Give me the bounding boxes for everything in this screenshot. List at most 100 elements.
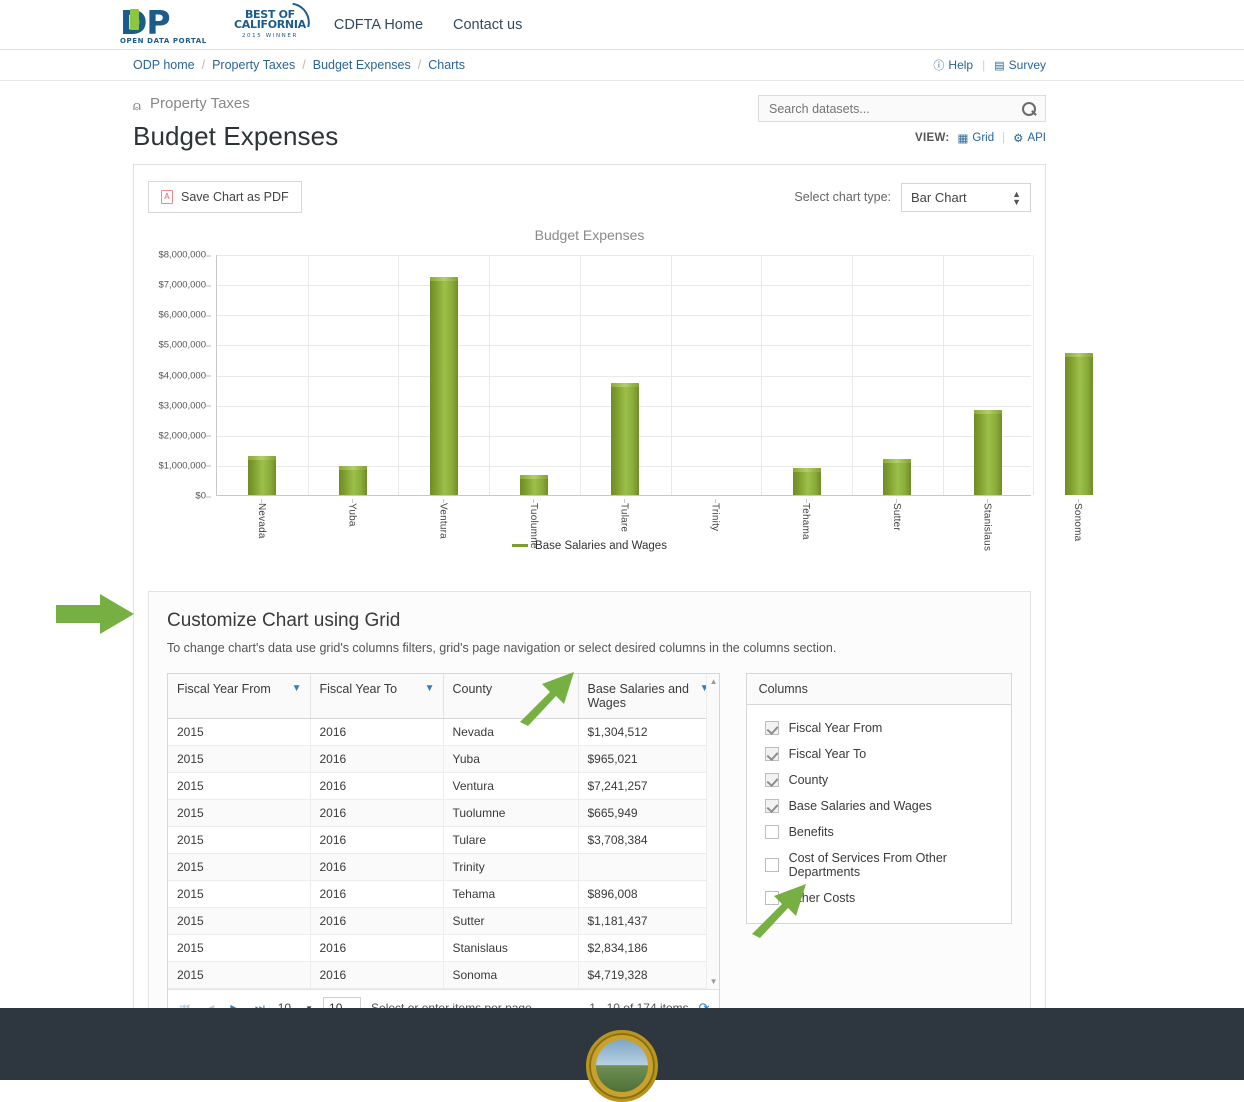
- chart-bar[interactable]: [883, 459, 912, 495]
- checkbox-icon[interactable]: [764, 747, 779, 761]
- table-row[interactable]: 2015 2016 Ventura $7,241,257: [168, 772, 719, 800]
- breadcrumb-item-property-taxes[interactable]: Property Taxes: [212, 58, 295, 72]
- breadcrumb-separator: /: [201, 58, 206, 72]
- y-axis: $0 $1,000,000 $2,000,000 $3,000,000 $4,000,0…: [148, 250, 211, 502]
- table-cell: 2015: [168, 853, 311, 881]
- breadcrumb-item-odp-home[interactable]: ODP home: [133, 58, 195, 72]
- page-header: ⍝ Property Taxes Budget Expenses VIEW: ▦…: [133, 81, 1046, 152]
- y-axis-tick: [206, 285, 211, 287]
- table-cell: 2016: [310, 934, 444, 962]
- table-cell: 2015: [168, 880, 311, 908]
- column-toggle-row[interactable]: Benefits: [759, 819, 999, 845]
- survey-link[interactable]: ▤ Survey: [994, 58, 1046, 72]
- question-circle-icon: ⓘ: [933, 60, 945, 72]
- pdf-icon: [161, 190, 173, 204]
- table-row[interactable]: 2015 2016 Sonoma $4,719,328: [168, 961, 719, 989]
- y-axis-tick: [206, 315, 211, 317]
- gridline-vertical: [761, 255, 763, 495]
- table-cell: Ventura: [443, 772, 579, 800]
- checkbox-icon[interactable]: [764, 858, 779, 872]
- table-row[interactable]: 2015 2016 Sutter $1,181,437: [168, 907, 719, 935]
- nav-link-cdfta-home[interactable]: CDFTA Home: [334, 17, 423, 33]
- arrow-to-customize-heading: [56, 594, 134, 634]
- chart-bar[interactable]: [1064, 352, 1093, 495]
- search-input[interactable]: [767, 100, 1021, 117]
- gridline-vertical: [942, 255, 944, 495]
- table-row[interactable]: 2015 2016 Nevada $1,304,512: [168, 718, 719, 746]
- help-link[interactable]: ⓘ Help: [933, 57, 973, 73]
- table-cell: 2016: [310, 772, 444, 800]
- gridline-vertical: [851, 255, 853, 495]
- search-icon[interactable]: [1021, 101, 1037, 117]
- table-cell: $665,949: [578, 799, 719, 827]
- view-api-link[interactable]: ⚙ API: [1013, 131, 1046, 145]
- chart-area: Budget Expenses $0 $1,000,000 $2,000,000 $3…: [148, 227, 1093, 567]
- help-label: Help: [948, 58, 974, 72]
- table-row[interactable]: 2015 2016 Yuba $965,021: [168, 745, 719, 773]
- column-header-base-salaries-and-wages[interactable]: Base Salaries and Wages ▼: [578, 674, 719, 719]
- grid-icon: ▦: [957, 133, 969, 145]
- checkbox-icon[interactable]: [764, 799, 779, 813]
- chart-bar[interactable]: [611, 383, 640, 495]
- table-row[interactable]: 2015 2016 Tulare $3,708,384: [168, 826, 719, 854]
- table-row[interactable]: 2015 2016 Tehama $896,008: [168, 880, 719, 908]
- table-cell: 2016: [310, 907, 444, 935]
- chart-bar[interactable]: [248, 455, 277, 495]
- checkbox-icon[interactable]: [764, 773, 779, 787]
- filter-icon[interactable]: ▼: [292, 683, 302, 694]
- search-box[interactable]: [758, 95, 1046, 122]
- checkbox-icon[interactable]: [764, 721, 779, 735]
- chart-title: Budget Expenses: [534, 227, 645, 243]
- chart-type-select[interactable]: Bar Chart ▲ ▼: [901, 182, 1031, 212]
- view-grid-link[interactable]: ▦ Grid: [958, 131, 995, 145]
- scroll-up-icon[interactable]: ▲: [710, 677, 718, 686]
- table-cell: Sutter: [443, 907, 579, 935]
- breadcrumb-separator: /: [417, 58, 422, 72]
- x-axis-tick-label: Tulare: [618, 503, 630, 533]
- chart-bar[interactable]: [792, 468, 821, 495]
- table-cell: 2015: [168, 826, 311, 854]
- table-row[interactable]: 2015 2016 Trinity: [168, 853, 719, 881]
- table-cell: Trinity: [443, 853, 579, 881]
- breadcrumb-item-budget-expenses[interactable]: Budget Expenses: [313, 58, 411, 72]
- chart-bar[interactable]: [973, 409, 1002, 495]
- table-cell: $965,021: [578, 745, 719, 773]
- y-axis-tick-label: $3,000,000: [158, 400, 211, 411]
- column-toggle-row[interactable]: Cost of Services From Other Departments: [759, 845, 999, 885]
- column-toggle-row[interactable]: County: [759, 767, 999, 793]
- y-axis-tick: [206, 375, 211, 377]
- table-row[interactable]: 2015 2016 Stanislaus $2,834,186: [168, 934, 719, 962]
- column-header-fiscal-year-from[interactable]: Fiscal Year From ▼: [168, 674, 311, 719]
- arrow-to-county-filter: [520, 672, 574, 726]
- view-divider: |: [1002, 132, 1006, 144]
- site-logo[interactable]: DP OPEN DATA PORTAL BEST OF CALIFORNIA 2…: [120, 2, 314, 45]
- gridline-horizontal: [217, 315, 1031, 317]
- column-header-fiscal-year-to[interactable]: Fiscal Year To ▼: [310, 674, 444, 719]
- column-header-label: Fiscal Year From: [177, 682, 271, 696]
- filter-icon[interactable]: ▼: [425, 683, 435, 694]
- scroll-down-icon[interactable]: ▼: [710, 977, 718, 986]
- y-axis-tick-label: $6,000,000: [158, 310, 211, 321]
- column-header-label: County: [452, 682, 493, 696]
- nav-link-contact-us[interactable]: Contact us: [453, 17, 522, 33]
- checkbox-icon[interactable]: [764, 825, 779, 839]
- column-toggle-row[interactable]: Fiscal Year From: [759, 715, 999, 741]
- column-toggle-label: Fiscal Year To: [788, 747, 867, 761]
- table-cell: 2015: [168, 772, 311, 800]
- table-row[interactable]: 2015 2016 Tuolumne $665,949: [168, 799, 719, 827]
- column-toggle-label: County: [788, 773, 829, 787]
- column-toggle-row[interactable]: Base Salaries and Wages: [759, 793, 999, 819]
- grid-body: 2015 2016 Nevada $1,304,512 2015 2016 Yuba $965…: [168, 718, 719, 989]
- utility-links: ⓘ Help | ▤ Survey: [933, 57, 1046, 73]
- column-toggle-row[interactable]: Fiscal Year To: [759, 741, 999, 767]
- chart-bar[interactable]: [339, 465, 368, 495]
- survey-icon: ▤: [994, 59, 1005, 72]
- save-chart-as-pdf-button[interactable]: Save Chart as PDF: [148, 181, 302, 213]
- grid-vertical-scrollbar[interactable]: ▲ ▼: [705, 674, 719, 989]
- chart-legend: Base Salaries and Wages: [148, 540, 1031, 552]
- chart-bar[interactable]: [429, 276, 458, 495]
- page-header-right: VIEW: ▦ Grid | ⚙ API: [758, 95, 1046, 145]
- chart-bar[interactable]: [520, 474, 549, 495]
- table-cell: $4,719,328: [578, 961, 719, 989]
- columns-panel-title: Columns: [746, 674, 1011, 705]
